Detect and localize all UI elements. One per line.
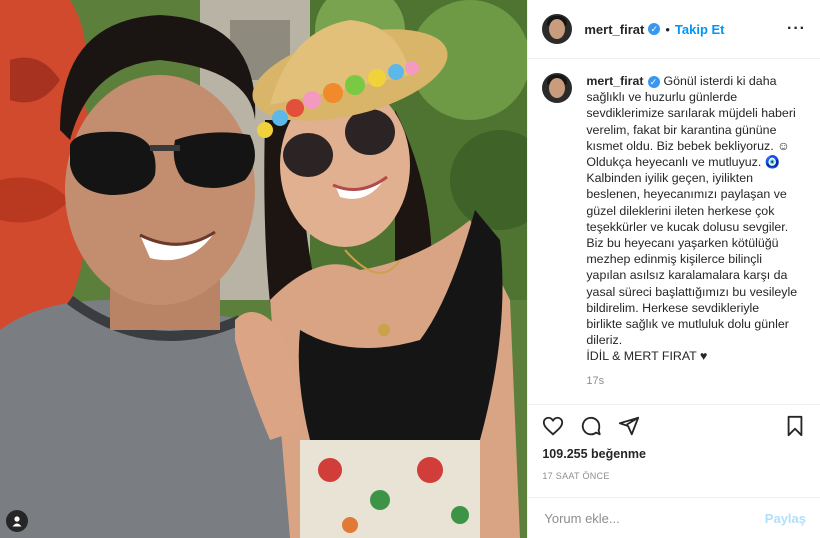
heart-icon	[543, 416, 564, 436]
caption-line: mezhep edinmiş kişilerce bilinçli	[586, 252, 762, 267]
save-button[interactable]	[784, 415, 806, 437]
bookmark-icon	[787, 415, 803, 437]
more-options-icon[interactable]: ···	[787, 20, 806, 38]
caption-line: Kalbinden iyilik geçen, iyilikten	[586, 171, 754, 186]
couple-photo	[0, 0, 528, 538]
caption-line: yapılan asılsız karalamalara karşı da	[586, 268, 788, 283]
caption-line-text: Gönül isterdi ki daha	[663, 74, 777, 88]
like-button[interactable]	[542, 415, 564, 437]
comment-icon	[582, 416, 601, 436]
post-date[interactable]: 17 SAAT ÖNCE	[528, 465, 820, 498]
comment-input[interactable]	[542, 509, 765, 527]
post-comment-button[interactable]: Paylaş	[765, 511, 806, 526]
caption-line: İDİL & MERT FIRAT ♥	[586, 349, 708, 364]
caption-username[interactable]: mert_firat	[586, 74, 643, 88]
caption-text: mert_firat ✓ Gönül isterdi ki daha sağlıkl…	[586, 73, 797, 365]
follow-button[interactable]: Takip Et	[675, 22, 725, 37]
caption-line: beslenen, heyecanımızı paylaşan ve	[586, 187, 787, 202]
likes-count[interactable]: 109.255 beğenme	[528, 447, 820, 465]
caption-line: dileriz.	[586, 333, 623, 348]
caption-line: Biz bu heyecanı yaşarken kötülüğü	[586, 236, 779, 251]
comment-button[interactable]	[580, 415, 602, 437]
caption: mert_firat ✓ Gönül isterdi ki daha sağlıkl…	[542, 73, 806, 365]
person-icon	[12, 516, 22, 527]
caption-line: birlikte sağlık ve mutluluk dolu günler	[586, 317, 789, 332]
caption-line: kısmet oldu. Biz bebek bekliyoruz. ☺	[586, 138, 790, 153]
action-bar	[528, 404, 820, 447]
caption-line: bildirelim. Herkese sevdikleriyle	[586, 300, 760, 315]
caption-line: Oldukça heyecanlı ve mutluyuz. 🧿	[586, 155, 781, 170]
caption-line: teşekkürler ve kucak dolusu sevgiler.	[586, 219, 789, 234]
instagram-post: mert_firat ✓ • Takip Et ··· mert_firat ✓ G…	[0, 0, 820, 538]
post-photo[interactable]	[0, 0, 528, 538]
caption-line: sağlıklı ve huzurlu günlerde	[586, 90, 738, 105]
avatar[interactable]	[542, 14, 573, 44]
post-sidebar: mert_firat ✓ • Takip Et ··· mert_firat ✓ G…	[527, 0, 820, 538]
caption-line: mert_firat ✓ Gönül isterdi ki daha	[586, 73, 797, 89]
header-username[interactable]: mert_firat	[584, 22, 644, 37]
caption-line: verelim, fakat bir karantina gününe	[586, 122, 777, 137]
post-header: mert_firat ✓ • Takip Et ···	[528, 0, 820, 59]
caption-line: sevdiklerimize sarılarak müjdeli haberi	[586, 106, 796, 121]
user-tag-icon[interactable]	[6, 510, 28, 532]
caption-time[interactable]: 17s	[586, 375, 806, 387]
verified-badge-icon: ✓	[647, 75, 660, 88]
verified-badge-icon: ✓	[648, 23, 661, 35]
separator-dot: •	[665, 21, 670, 37]
caption-line: güzel dileklerini ileten herkese çok	[586, 203, 775, 218]
share-icon	[619, 416, 640, 436]
caption-line: yasal süreci başlattığımızı bu vesileyle	[586, 284, 798, 299]
caption-area: mert_firat ✓ Gönül isterdi ki daha sağlıkl…	[528, 59, 820, 404]
comment-form: Paylaş	[528, 498, 820, 538]
caption-avatar[interactable]	[542, 73, 573, 103]
share-button[interactable]	[618, 415, 640, 437]
